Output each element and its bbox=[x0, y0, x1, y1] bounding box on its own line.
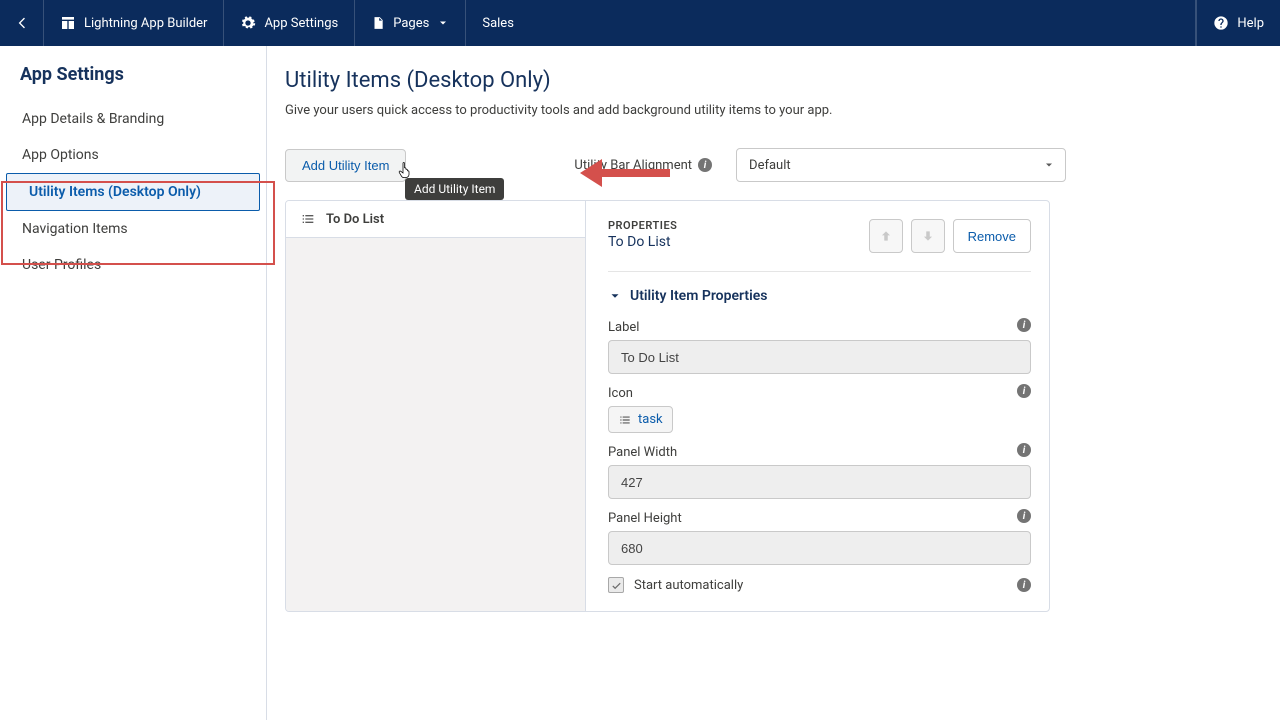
app-builder-icon bbox=[60, 15, 76, 31]
info-icon[interactable]: i bbox=[1017, 443, 1031, 457]
info-icon[interactable]: i bbox=[1017, 318, 1031, 332]
properties-panel: PROPERTIES To Do List Remove Utility Ite… bbox=[586, 201, 1049, 611]
nav-label: Sales bbox=[482, 16, 514, 31]
field-start-automatically: Start automatically i bbox=[608, 577, 1031, 593]
nav-label: Pages bbox=[393, 16, 429, 31]
utility-bar-alignment-select[interactable]: Default bbox=[736, 148, 1066, 182]
sidebar-title: App Settings bbox=[0, 60, 266, 101]
properties-heading: PROPERTIES bbox=[608, 219, 677, 232]
task-icon bbox=[618, 413, 632, 427]
info-icon[interactable]: i bbox=[1017, 578, 1031, 592]
page-title: Utility Items (Desktop Only) bbox=[285, 68, 1252, 93]
start-automatically-checkbox[interactable] bbox=[608, 577, 624, 593]
field-label: Label i bbox=[608, 320, 1031, 374]
label-input[interactable] bbox=[608, 340, 1031, 374]
sidebar-item-utility-items[interactable]: Utility Items (Desktop Only) bbox=[6, 173, 260, 211]
nav-lightning-app-builder[interactable]: Lightning App Builder bbox=[44, 0, 224, 46]
page-icon bbox=[371, 16, 385, 30]
info-icon[interactable]: i bbox=[1017, 384, 1031, 398]
utility-item-row[interactable]: To Do List bbox=[286, 201, 585, 238]
sidebar-item-user-profiles[interactable]: User Profiles bbox=[0, 247, 266, 283]
top-toolbar: Lightning App Builder App Settings Pages… bbox=[0, 0, 1280, 46]
chevron-down-icon bbox=[437, 17, 449, 29]
section-utility-item-properties[interactable]: Utility Item Properties bbox=[608, 288, 1031, 304]
info-icon[interactable]: i bbox=[698, 158, 712, 172]
field-panel-height: Panel Height i bbox=[608, 511, 1031, 565]
move-down-button[interactable] bbox=[911, 219, 945, 253]
actions-row: Add Utility Item Utility Bar Alignment i… bbox=[285, 148, 1252, 182]
field-icon: Icon i task bbox=[608, 386, 1031, 433]
nav-sales[interactable]: Sales bbox=[466, 0, 530, 46]
help-label: Help bbox=[1237, 16, 1264, 31]
move-up-button[interactable] bbox=[869, 219, 903, 253]
nav-pages[interactable]: Pages bbox=[355, 0, 466, 46]
utility-panel: To Do List PROPERTIES To Do List Remove bbox=[285, 200, 1050, 612]
utility-item-label: To Do List bbox=[326, 212, 384, 227]
chevron-down-icon bbox=[1043, 159, 1055, 171]
gear-icon bbox=[240, 15, 256, 31]
chevron-down-icon bbox=[608, 289, 622, 303]
panel-height-input[interactable] bbox=[608, 531, 1031, 565]
info-icon[interactable]: i bbox=[1017, 509, 1031, 523]
field-panel-width: Panel Width i bbox=[608, 445, 1031, 499]
nav-app-settings[interactable]: App Settings bbox=[224, 0, 355, 46]
page-subtitle: Give your users quick access to producti… bbox=[285, 103, 1252, 118]
utility-bar-alignment-label: Utility Bar Alignment i bbox=[574, 158, 712, 173]
sidebar-item-app-options[interactable]: App Options bbox=[0, 137, 266, 173]
properties-name: To Do List bbox=[608, 234, 677, 250]
nav-label: App Settings bbox=[264, 16, 338, 31]
main-content: Utility Items (Desktop Only) Give your u… bbox=[267, 46, 1280, 720]
tooltip: Add Utility Item bbox=[405, 178, 504, 200]
sidebar-item-app-details[interactable]: App Details & Branding bbox=[0, 101, 266, 137]
utility-item-list: To Do List bbox=[286, 201, 586, 611]
sidebar-item-navigation-items[interactable]: Navigation Items bbox=[0, 211, 266, 247]
help-icon bbox=[1213, 15, 1229, 31]
toolbar-spacer bbox=[530, 0, 1196, 46]
remove-button[interactable]: Remove bbox=[953, 219, 1031, 253]
select-value: Default bbox=[749, 158, 791, 173]
panel-width-input[interactable] bbox=[608, 465, 1031, 499]
help-button[interactable]: Help bbox=[1196, 0, 1280, 46]
add-utility-item-button[interactable]: Add Utility Item bbox=[285, 149, 406, 182]
back-button[interactable] bbox=[0, 0, 44, 46]
icon-picker[interactable]: task bbox=[608, 406, 673, 433]
task-icon bbox=[300, 211, 316, 227]
settings-sidebar: App Settings App Details & Branding App … bbox=[0, 46, 267, 720]
nav-label: Lightning App Builder bbox=[84, 16, 207, 31]
